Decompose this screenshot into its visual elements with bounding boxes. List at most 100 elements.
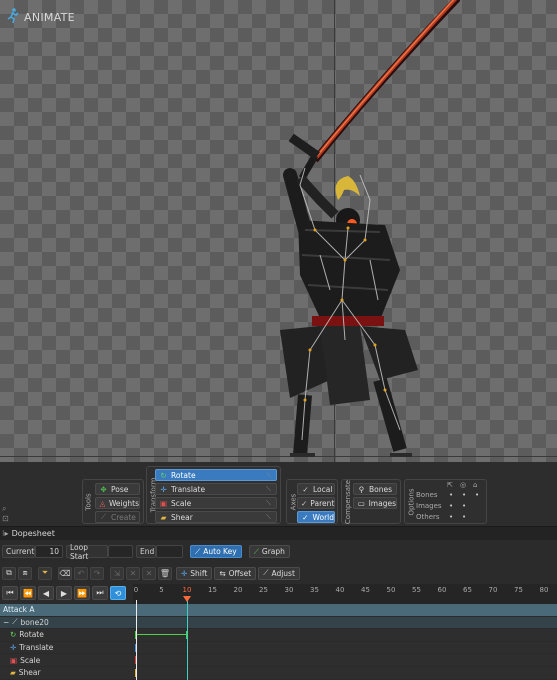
offset-button[interactable]: ⇆ Offset (214, 566, 257, 580)
track-bone[interactable]: − ⟋ bone20 (0, 616, 557, 630)
adjust-button[interactable]: ⟋ Adjust (258, 566, 300, 580)
redo-icon[interactable]: ↷ (90, 566, 104, 580)
shear-icon: ▰ (10, 668, 16, 678)
graph-button[interactable]: ⟋ Graph (248, 545, 290, 558)
dopesheet-title: Dopesheet (11, 529, 55, 538)
rotate-icon: ↻ (160, 470, 167, 480)
key-step-icon[interactable]: ⇲ (110, 566, 124, 580)
world-axes-button[interactable]: ✓ World (297, 511, 335, 523)
filter-icon[interactable]: ⏷ (38, 566, 52, 580)
images-names-toggle[interactable]: • (462, 502, 466, 510)
track-scale[interactable]: ▣ Scale (0, 654, 557, 667)
play-forward-icon[interactable]: ▶ (56, 586, 72, 600)
compensate-group: Compensate ⚲ Bones ▭ Images (341, 479, 401, 524)
scale-options-icon[interactable]: ⟍ (266, 499, 274, 507)
copy-icon[interactable]: ⧉ (2, 566, 16, 580)
shift-icon: ✛ (181, 568, 188, 578)
end-input[interactable] (156, 545, 183, 558)
ruler-label: 75 (514, 586, 523, 594)
parent-axes-button[interactable]: ✓ Parent (297, 497, 335, 509)
fit-view-icon[interactable]: ⊡ (2, 514, 9, 523)
ruler-label: 20 (233, 586, 243, 594)
ruler-label: 80 (539, 586, 549, 594)
mode-label: ANIMATE (6, 8, 75, 26)
shear-icon: ▰ (160, 512, 167, 522)
first-frame-icon[interactable]: ⏮ (2, 586, 18, 600)
pose-button[interactable]: ✥ Pose (95, 483, 140, 495)
timeline-ruler[interactable]: 0 10 5 15 20 25 30 35 40 45 50 55 60 65 … (133, 584, 557, 604)
running-figure-icon (6, 8, 20, 26)
viewport[interactable]: ANIMATE (0, 0, 557, 462)
delete-key-icon[interactable]: ⌫ (58, 566, 72, 580)
undo-icon[interactable]: ↶ (74, 566, 88, 580)
track-animation[interactable]: Attack A (0, 604, 557, 617)
image-icon: ▭ (357, 498, 365, 508)
paste-icon[interactable]: ⧈ (18, 566, 32, 580)
loop-start-input[interactable] (108, 545, 133, 558)
play-backward-icon[interactable]: ◀ (38, 586, 54, 600)
others-visibility-toggle[interactable]: • (449, 513, 453, 521)
shear-options-icon[interactable]: ⟍ (266, 513, 274, 521)
trash-icon[interactable]: 🗑 (158, 566, 172, 580)
rotate-key-span (136, 634, 187, 636)
loop-icon[interactable]: ⟲ (110, 586, 126, 600)
prev-key-icon[interactable]: ⏪ (20, 586, 36, 600)
others-names-toggle[interactable]: • (462, 513, 466, 521)
track-shear[interactable]: ▰ Shear (0, 667, 557, 680)
compensate-group-label: Compensate (344, 479, 353, 524)
playhead[interactable] (187, 596, 188, 680)
skeleton-character[interactable] (260, 0, 460, 462)
check-icon: ✓ (301, 498, 308, 508)
ruler-label: 35 (310, 586, 319, 594)
options-group-label: Options (407, 487, 416, 516)
rotate-options-icon[interactable]: ⟍ (266, 471, 274, 479)
tools-group-label: Tools (85, 492, 93, 511)
shear-button[interactable]: ▰ Shear ⟍ (155, 511, 277, 523)
bones-names-toggle[interactable]: • (462, 491, 466, 499)
ruler-label: 0 (133, 586, 139, 594)
local-axes-button[interactable]: ✓ Local (297, 483, 335, 495)
translate-icon: ✛ (10, 643, 17, 653)
transform-group: Transform ↻ Rotate ⟍ ✛ Translate ⟍ ▣ Sca… (146, 466, 281, 524)
track-rotate[interactable]: ↻ Rotate (0, 629, 557, 642)
offset-icon: ⇆ (219, 568, 226, 578)
bones-icon: ⚲ (358, 484, 365, 494)
rotate-icon: ↻ (10, 630, 17, 640)
last-frame-icon[interactable]: ⏭ (92, 586, 108, 600)
next-key-icon[interactable]: ⏩ (74, 586, 90, 600)
compensate-bones-button[interactable]: ⚲ Bones (353, 483, 397, 495)
shift-button[interactable]: ✛ Shift (176, 566, 213, 580)
dopesheet-tracks: Attack A − ⟋ bone20 ↻ Rotate ✛ Translate (0, 604, 557, 680)
axes-group-label: Axes (289, 493, 298, 510)
ruler-label: 5 (159, 586, 164, 594)
ruler-label: 60 (437, 586, 447, 594)
images-visibility-toggle[interactable]: • (449, 502, 453, 510)
dopesheet-key-tools: ⧉ ⧈ ⏷ ⌫ ↶ ↷ ⇲ ✕ ✕ 🗑 ✛ Shift ⇆ Offset ⟋ A… (0, 565, 557, 581)
rotate-button[interactable]: ↻ Rotate ⟍ (155, 469, 277, 481)
compensate-images-button[interactable]: ▭ Images (353, 497, 397, 509)
auto-key-button[interactable]: ⟋ Auto Key (190, 545, 242, 558)
create-button[interactable]: ⟋ Create (95, 511, 140, 523)
end-label: End (136, 545, 156, 558)
check-icon: ✓ (302, 484, 309, 494)
scale-button[interactable]: ▣ Scale ⟍ (155, 497, 277, 509)
ruler-label: 25 (259, 586, 268, 594)
ruler-label: 30 (284, 586, 294, 594)
translate-options-icon[interactable]: ⟍ (266, 485, 274, 493)
track-translate[interactable]: ✛ Translate (0, 641, 557, 655)
options-group: Options ⇱ ◎ ⌂ Bones • • • Images • • Oth… (404, 479, 487, 524)
search-icon[interactable]: ⌕ (2, 504, 6, 514)
options-row-bones: Bones • • • (416, 491, 480, 499)
ruler-label: 40 (335, 586, 345, 594)
weights-button[interactable]: ◬ Weights (95, 497, 140, 509)
collapse-icon[interactable]: − (3, 618, 9, 627)
marker-icon[interactable]: ✕ (142, 566, 156, 580)
bones-visibility-toggle[interactable]: • (449, 491, 453, 499)
translate-button[interactable]: ✛ Translate ⟍ (155, 483, 277, 495)
bones-tag-toggle[interactable]: • (475, 491, 479, 499)
axes-group: Axes ✓ Local ✓ Parent ✓ World (286, 479, 338, 524)
ruler-label: 50 (386, 586, 396, 594)
clear-icon[interactable]: ✕ (126, 566, 140, 580)
current-frame-input[interactable]: 10 (35, 545, 63, 558)
ruler-label: 70 (488, 586, 498, 594)
